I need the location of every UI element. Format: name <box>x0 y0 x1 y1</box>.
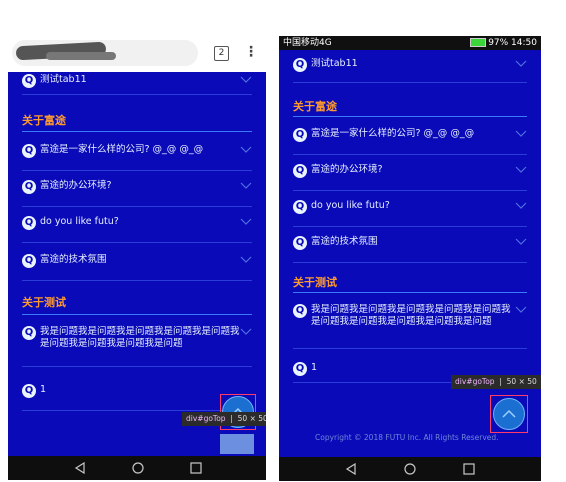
question-icon: Q <box>293 362 307 376</box>
faq-row-label: 1 <box>311 362 318 373</box>
faq-row[interactable]: Q do you like futu? <box>293 200 527 227</box>
faq-row[interactable]: Q 我是问题我是问题我是问题我是问题我是问题我是问题我是问题我是问题我是问题我是… <box>293 304 527 349</box>
question-icon: Q <box>293 164 307 178</box>
faq-row[interactable]: Q 我是问题我是问题我是问题我是问题我是问题我是问题我是问题我是问题我是问题 <box>22 326 252 367</box>
faq-row-label: 富途的办公环境? <box>311 164 383 175</box>
section-title-about: 关于富途 <box>22 114 66 127</box>
inspect-highlight-box <box>490 395 528 433</box>
question-icon: Q <box>293 58 307 72</box>
chevron-down-icon <box>515 306 527 313</box>
section-divider <box>22 131 252 132</box>
faq-row-label: 测试tab11 <box>40 74 87 85</box>
faq-row[interactable]: Q 1 <box>22 384 252 411</box>
faq-row-label: 我是问题我是问题我是问题我是问题我是问题我是问题我是问题我是问题我是问题我是问题 <box>311 304 511 327</box>
question-icon: Q <box>293 236 307 250</box>
chevron-down-icon <box>240 182 252 189</box>
back-icon[interactable] <box>74 462 86 474</box>
faq-row[interactable]: Q 测试tab11 <box>293 58 527 83</box>
chevron-down-icon <box>240 218 252 225</box>
tooltip-size: 50 × 50 <box>506 377 537 386</box>
chevron-down-icon <box>240 76 252 83</box>
redacted-url-scribble <box>46 52 116 60</box>
inspect-tooltip: div#goTop | 50 × 50 <box>182 412 266 426</box>
faq-row[interactable]: Q 富途的技术氛围 <box>22 254 252 281</box>
copyright-text: Copyright © 2018 FUTU Inc. All Rights Re… <box>315 433 499 442</box>
question-icon: Q <box>22 144 36 158</box>
tab-count-button[interactable]: 2 <box>214 46 229 61</box>
chevron-down-icon <box>240 328 252 335</box>
recents-icon[interactable] <box>463 463 475 475</box>
faq-row-label: do you like futu? <box>311 200 390 211</box>
faq-row[interactable]: Q 富途是一家什么样的公司? @_@ @_@ <box>22 144 252 171</box>
question-icon: Q <box>293 304 307 318</box>
left-phone-screen: 2 ⋮ Q 测试tab11 关于富途 Q 富途是一家什么样的公司? @_@ @_… <box>8 34 266 480</box>
faq-row-label: 富途是一家什么样的公司? @_@ @_@ <box>40 144 204 155</box>
faq-row-label: 富途的技术氛围 <box>311 236 378 247</box>
tooltip-size: 50 × 50 <box>237 414 266 423</box>
faq-row[interactable]: Q 富途的办公环境? <box>293 164 527 191</box>
question-icon: Q <box>22 254 36 268</box>
carrier-label: 中国移动4G <box>283 38 332 48</box>
faq-row-label: 测试tab11 <box>311 58 358 69</box>
faq-row[interactable]: Q do you like futu? <box>22 216 252 243</box>
section-divider <box>293 292 527 293</box>
chevron-down-icon <box>240 146 252 153</box>
home-icon[interactable] <box>404 463 416 475</box>
section-divider <box>293 116 527 117</box>
faq-row[interactable]: Q 测试tab11 <box>22 74 252 95</box>
faq-row-label: 富途的技术氛围 <box>40 254 107 265</box>
faq-row-label: 富途的办公环境? <box>40 180 112 191</box>
faq-row[interactable]: Q 富途是一家什么样的公司? @_@ @_@ <box>293 128 527 155</box>
recents-icon[interactable] <box>190 462 202 474</box>
question-icon: Q <box>293 200 307 214</box>
faq-row-label: 我是问题我是问题我是问题我是问题我是问题我是问题我是问题我是问题我是问题 <box>40 326 240 349</box>
chevron-down-icon <box>515 130 527 137</box>
chevron-down-icon <box>515 238 527 245</box>
section-divider <box>22 314 252 315</box>
tooltip-selector: div#goTop <box>186 414 226 423</box>
inspect-tooltip: div#goTop | 50 × 50 <box>451 375 541 389</box>
section-title-test: 关于测试 <box>22 296 66 309</box>
kebab-icon[interactable]: ⋮ <box>244 44 258 60</box>
faq-row[interactable]: Q 富途的办公环境? <box>22 180 252 207</box>
chevron-down-icon <box>240 256 252 263</box>
question-icon: Q <box>22 384 36 398</box>
faq-row-label: 1 <box>40 384 47 395</box>
chevron-down-icon <box>515 166 527 173</box>
tooltip-selector: div#goTop <box>455 377 495 386</box>
chevron-down-icon <box>515 202 527 209</box>
inspect-highlight-overlay <box>220 434 254 454</box>
status-bar: 中国移动4G 97% 14:50 <box>279 36 541 50</box>
question-icon: Q <box>22 216 36 230</box>
battery-icon <box>470 38 487 47</box>
back-icon[interactable] <box>345 463 357 475</box>
question-icon: Q <box>293 128 307 142</box>
android-nav-bar <box>279 457 541 481</box>
question-icon: Q <box>22 326 36 340</box>
home-icon[interactable] <box>132 462 144 474</box>
right-phone-screen: 中国移动4G 97% 14:50 Q 测试tab11 关于富途 Q 富途是一家什… <box>279 36 541 481</box>
android-nav-bar <box>8 456 266 480</box>
browser-toolbar: 2 ⋮ <box>8 34 266 72</box>
faq-row[interactable]: Q 富途的技术氛围 <box>293 236 527 263</box>
url-bar[interactable] <box>12 40 198 66</box>
faq-row-label: 富途是一家什么样的公司? @_@ @_@ <box>311 128 475 139</box>
chevron-down-icon <box>515 60 527 67</box>
section-title-test: 关于测试 <box>293 276 337 289</box>
faq-row-label: do you like futu? <box>40 216 119 227</box>
status-right: 97% 14:50 <box>468 36 537 50</box>
section-title-about: 关于富途 <box>293 100 337 113</box>
battery-time: 97% 14:50 <box>488 38 537 48</box>
question-icon: Q <box>22 180 36 194</box>
question-icon: Q <box>22 74 36 88</box>
